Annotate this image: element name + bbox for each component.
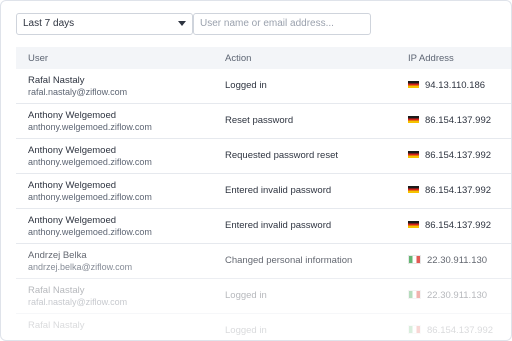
ip-cell: 94.13.110.186 [408,80,485,91]
ip-cell: 22.30.911.130 [408,254,488,266]
user-name: Anthony Welgemoed [28,110,117,121]
user-cell: Rafal Nastaly rafal.nastaly@ziflow.com [28,75,127,98]
table-row[interactable]: Anthony Welgemoed anthony.welgemoed.ziflo… [16,174,511,209]
ip-address: 22.30.911.130 [427,290,488,301]
germany-flag-icon [408,150,419,158]
table-row[interactable]: Anthony Welgemoed anthony.welgemoed.ziflo… [16,209,511,244]
table-body: Rafal Nastaly rafal.nastaly@ziflow.com Log… [16,69,511,340]
user-name: Rafal Nastaly [28,75,85,86]
user-name: Anthony Welgemoed [28,215,117,226]
user-email: andrzej.belka@ziflow.com [28,261,133,272]
user-email: anthony.welgemoed.ziflow.com [28,191,152,202]
table-row[interactable]: Rafal Nastaly rafal.nastaly@ziflow.com Log… [16,279,511,314]
user-email: anthony.welgemoed.ziflow.com [28,121,152,132]
user-cell: Rafal Nastaly [28,320,85,332]
table-row[interactable]: Rafal Nastaly rafal.nastaly@ziflow.com Log… [16,69,511,104]
action-cell: Entered invalid password [225,220,332,231]
italy-flag-icon [408,289,421,299]
period-select[interactable]: Last 7 days [16,13,193,35]
table-row[interactable]: Rafal Nastaly Logged in 86.154.137.992 [16,314,511,340]
action-cell: Requested password reset [225,150,339,161]
user-email: rafal.nastaly@ziflow.com [28,296,128,307]
user-cell: Anthony Welgemoed anthony.welgemoed.ziflo… [28,110,152,133]
user-email: anthony.welgemoed.ziflow.com [28,226,152,237]
ip-address: 86.154.137.992 [425,185,492,196]
ip-cell: 86.154.137.992 [408,220,491,231]
audit-log-panel: Last 7 days User Action IP Address Rafal… [0,0,512,341]
action-cell: Changed personal information [225,255,353,266]
chevron-down-icon [178,21,186,26]
ip-cell: 22.30.911.130 [408,289,488,301]
ip-cell: 86.154.137.992 [408,150,491,161]
user-cell: Andrzej Belka andrzej.belka@ziflow.com [28,250,132,273]
ip-address: 86.154.137.992 [427,325,494,336]
user-name: Andrzej Belka [28,250,87,261]
action-cell: Logged in [225,325,267,336]
table-row[interactable]: Andrzej Belka andrzej.belka@ziflow.com Cha… [16,244,511,279]
ip-address: 86.154.137.992 [425,220,492,231]
action-cell: Logged in [225,290,267,301]
table-header: User Action IP Address [16,47,511,69]
ip-address: 86.154.137.992 [425,150,492,161]
user-name: Anthony Welgemoed [28,180,117,191]
column-header-user: User [28,53,49,64]
action-cell: Logged in [225,80,267,91]
user-cell: Anthony Welgemoed anthony.welgemoed.ziflo… [28,180,152,203]
germany-flag-icon [408,185,419,193]
italy-flag-icon [408,324,421,334]
period-select-value: Last 7 days [23,18,75,29]
user-name: Rafal Nastaly [28,320,85,331]
user-cell: Anthony Welgemoed anthony.welgemoed.ziflo… [28,215,152,238]
column-header-ip: IP Address [408,53,454,64]
ip-address: 94.13.110.186 [425,80,486,91]
column-header-action: Action [225,53,252,64]
user-email: rafal.nastaly@ziflow.com [28,86,128,97]
user-name: Rafal Nastaly [28,285,85,296]
user-email: anthony.welgemoed.ziflow.com [28,156,152,167]
audit-table: User Action IP Address Rafal Nastaly rafa… [16,47,511,340]
user-cell: Rafal Nastaly rafal.nastaly@ziflow.com [28,285,127,308]
ip-address: 22.30.911.130 [427,255,488,266]
table-row[interactable]: Anthony Welgemoed anthony.welgemoed.ziflo… [16,104,511,139]
ip-address: 86.154.137.992 [425,115,492,126]
action-cell: Entered invalid password [225,185,332,196]
user-search-input[interactable] [193,13,371,35]
germany-flag-icon [408,220,419,228]
germany-flag-icon [408,80,419,88]
user-cell: Anthony Welgemoed anthony.welgemoed.ziflo… [28,145,152,168]
table-row[interactable]: Anthony Welgemoed anthony.welgemoed.ziflo… [16,139,511,174]
ip-cell: 86.154.137.992 [408,115,491,126]
user-name: Anthony Welgemoed [28,145,117,156]
ip-cell: 86.154.137.992 [408,324,494,336]
germany-flag-icon [408,115,419,123]
ip-cell: 86.154.137.992 [408,185,491,196]
action-cell: Reset password [225,115,294,126]
italy-flag-icon [408,254,421,264]
